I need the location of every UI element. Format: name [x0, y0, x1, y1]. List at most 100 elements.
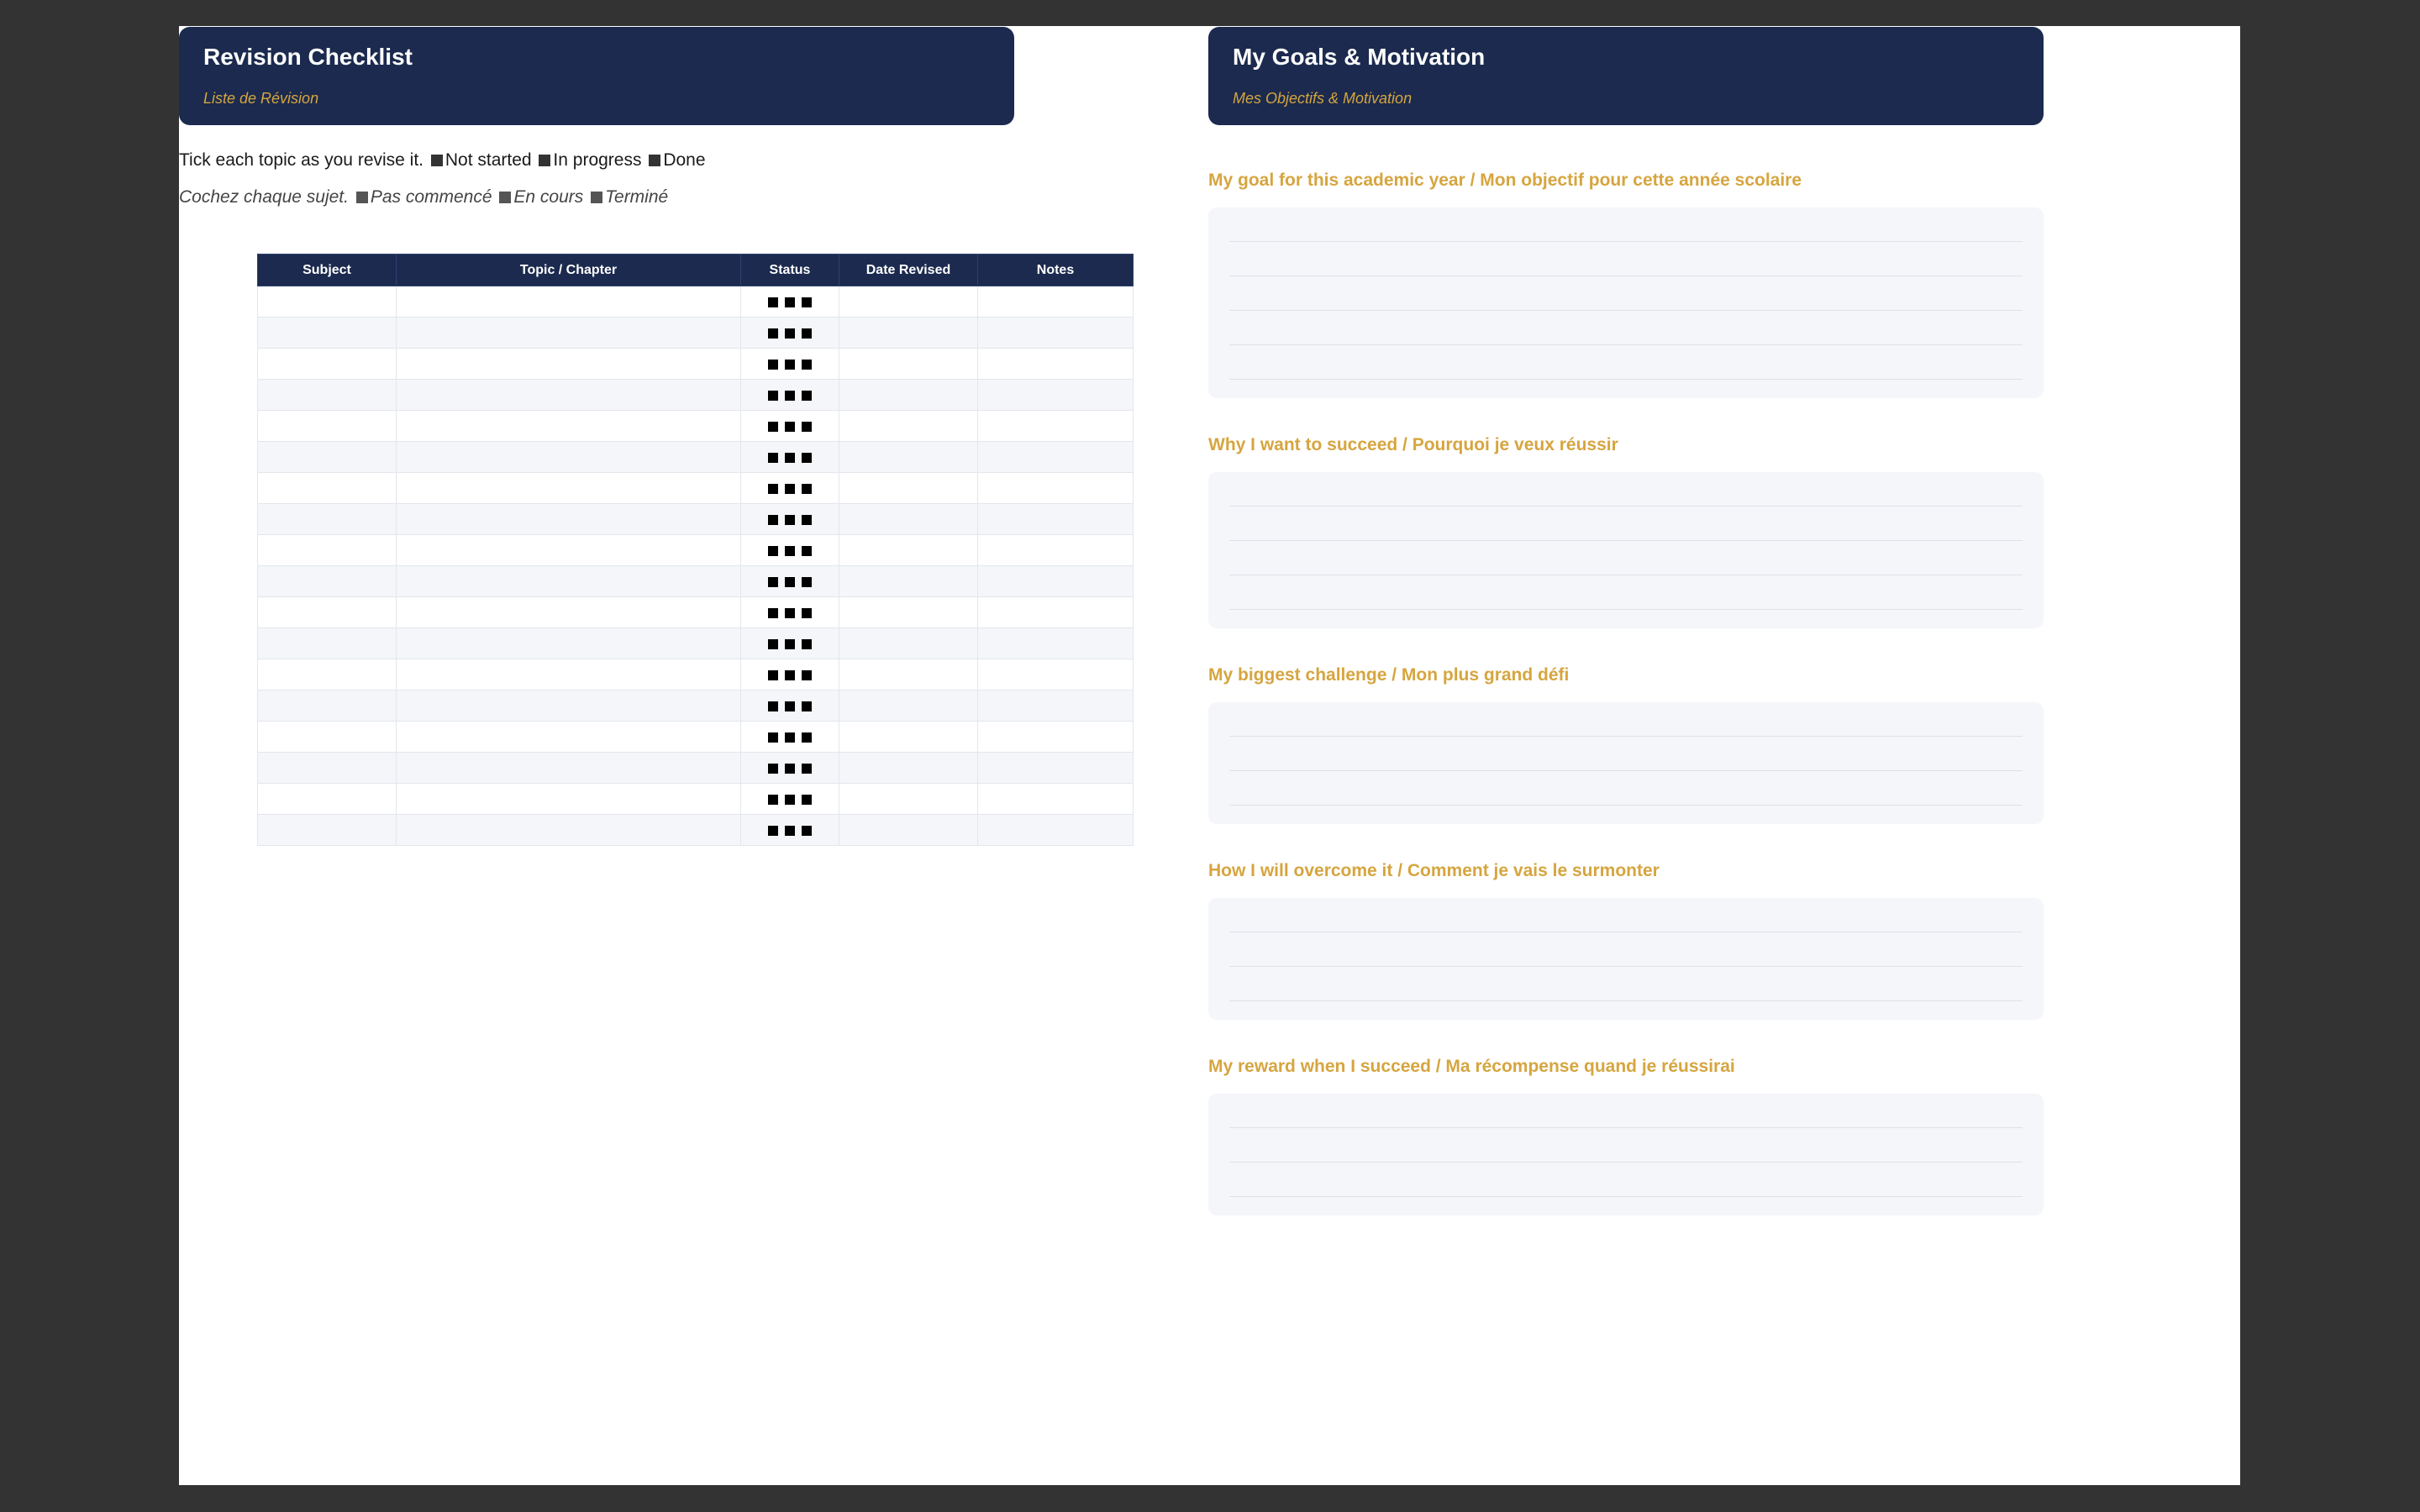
not-started-checkbox[interactable]: [768, 701, 778, 711]
not-started-checkbox[interactable]: [768, 514, 778, 525]
done-checkbox[interactable]: [802, 638, 812, 649]
in-progress-checkbox[interactable]: [785, 701, 795, 711]
topic-cell[interactable]: [396, 379, 741, 411]
notes-cell[interactable]: [977, 317, 1134, 349]
topic-cell[interactable]: [396, 596, 741, 628]
in-progress-checkbox[interactable]: [785, 732, 795, 743]
done-checkbox[interactable]: [802, 328, 812, 339]
subject-cell[interactable]: [257, 534, 397, 566]
not-started-checkbox[interactable]: [768, 359, 778, 370]
date-revised-cell[interactable]: [839, 596, 978, 628]
subject-cell[interactable]: [257, 503, 397, 535]
subject-cell[interactable]: [257, 721, 397, 753]
topic-cell[interactable]: [396, 627, 741, 659]
in-progress-checkbox[interactable]: [785, 328, 795, 339]
done-checkbox[interactable]: [802, 390, 812, 401]
topic-cell[interactable]: [396, 472, 741, 504]
date-revised-cell[interactable]: [839, 379, 978, 411]
done-checkbox[interactable]: [802, 483, 812, 494]
not-started-checkbox[interactable]: [768, 732, 778, 743]
notes-cell[interactable]: [977, 348, 1134, 380]
in-progress-checkbox[interactable]: [785, 669, 795, 680]
goal-writing-box[interactable]: [1208, 472, 2044, 628]
not-started-checkbox[interactable]: [768, 421, 778, 432]
date-revised-cell[interactable]: [839, 752, 978, 784]
not-started-checkbox[interactable]: [768, 390, 778, 401]
done-checkbox[interactable]: [802, 732, 812, 743]
topic-cell[interactable]: [396, 659, 741, 690]
in-progress-checkbox[interactable]: [785, 825, 795, 836]
done-checkbox[interactable]: [802, 421, 812, 432]
done-checkbox[interactable]: [802, 669, 812, 680]
date-revised-cell[interactable]: [839, 814, 978, 846]
topic-cell[interactable]: [396, 814, 741, 846]
topic-cell[interactable]: [396, 441, 741, 473]
subject-cell[interactable]: [257, 752, 397, 784]
subject-cell[interactable]: [257, 317, 397, 349]
done-checkbox[interactable]: [802, 701, 812, 711]
done-checkbox[interactable]: [802, 452, 812, 463]
topic-cell[interactable]: [396, 348, 741, 380]
notes-cell[interactable]: [977, 472, 1134, 504]
notes-cell[interactable]: [977, 534, 1134, 566]
topic-cell[interactable]: [396, 721, 741, 753]
date-revised-cell[interactable]: [839, 565, 978, 597]
subject-cell[interactable]: [257, 814, 397, 846]
done-checkbox[interactable]: [802, 607, 812, 618]
not-started-checkbox[interactable]: [768, 576, 778, 587]
subject-cell[interactable]: [257, 410, 397, 442]
notes-cell[interactable]: [977, 814, 1134, 846]
in-progress-checkbox[interactable]: [785, 390, 795, 401]
in-progress-checkbox[interactable]: [785, 359, 795, 370]
subject-cell[interactable]: [257, 690, 397, 722]
in-progress-checkbox[interactable]: [785, 452, 795, 463]
topic-cell[interactable]: [396, 565, 741, 597]
topic-cell[interactable]: [396, 783, 741, 815]
done-checkbox[interactable]: [802, 514, 812, 525]
notes-cell[interactable]: [977, 690, 1134, 722]
in-progress-checkbox[interactable]: [785, 483, 795, 494]
not-started-checkbox[interactable]: [768, 669, 778, 680]
date-revised-cell[interactable]: [839, 472, 978, 504]
done-checkbox[interactable]: [802, 297, 812, 307]
notes-cell[interactable]: [977, 659, 1134, 690]
subject-cell[interactable]: [257, 783, 397, 815]
in-progress-checkbox[interactable]: [785, 421, 795, 432]
subject-cell[interactable]: [257, 472, 397, 504]
subject-cell[interactable]: [257, 596, 397, 628]
topic-cell[interactable]: [396, 410, 741, 442]
notes-cell[interactable]: [977, 627, 1134, 659]
date-revised-cell[interactable]: [839, 503, 978, 535]
date-revised-cell[interactable]: [839, 441, 978, 473]
goal-writing-box[interactable]: [1208, 898, 2044, 1020]
topic-cell[interactable]: [396, 503, 741, 535]
notes-cell[interactable]: [977, 379, 1134, 411]
notes-cell[interactable]: [977, 503, 1134, 535]
date-revised-cell[interactable]: [839, 721, 978, 753]
in-progress-checkbox[interactable]: [785, 607, 795, 618]
goal-writing-box[interactable]: [1208, 207, 2044, 398]
in-progress-checkbox[interactable]: [785, 638, 795, 649]
topic-cell[interactable]: [396, 690, 741, 722]
notes-cell[interactable]: [977, 565, 1134, 597]
notes-cell[interactable]: [977, 441, 1134, 473]
notes-cell[interactable]: [977, 721, 1134, 753]
date-revised-cell[interactable]: [839, 348, 978, 380]
date-revised-cell[interactable]: [839, 783, 978, 815]
in-progress-checkbox[interactable]: [785, 794, 795, 805]
not-started-checkbox[interactable]: [768, 452, 778, 463]
subject-cell[interactable]: [257, 348, 397, 380]
not-started-checkbox[interactable]: [768, 328, 778, 339]
notes-cell[interactable]: [977, 286, 1134, 318]
not-started-checkbox[interactable]: [768, 545, 778, 556]
topic-cell[interactable]: [396, 534, 741, 566]
not-started-checkbox[interactable]: [768, 763, 778, 774]
subject-cell[interactable]: [257, 659, 397, 690]
date-revised-cell[interactable]: [839, 659, 978, 690]
date-revised-cell[interactable]: [839, 286, 978, 318]
date-revised-cell[interactable]: [839, 317, 978, 349]
not-started-checkbox[interactable]: [768, 638, 778, 649]
subject-cell[interactable]: [257, 286, 397, 318]
date-revised-cell[interactable]: [839, 690, 978, 722]
in-progress-checkbox[interactable]: [785, 576, 795, 587]
